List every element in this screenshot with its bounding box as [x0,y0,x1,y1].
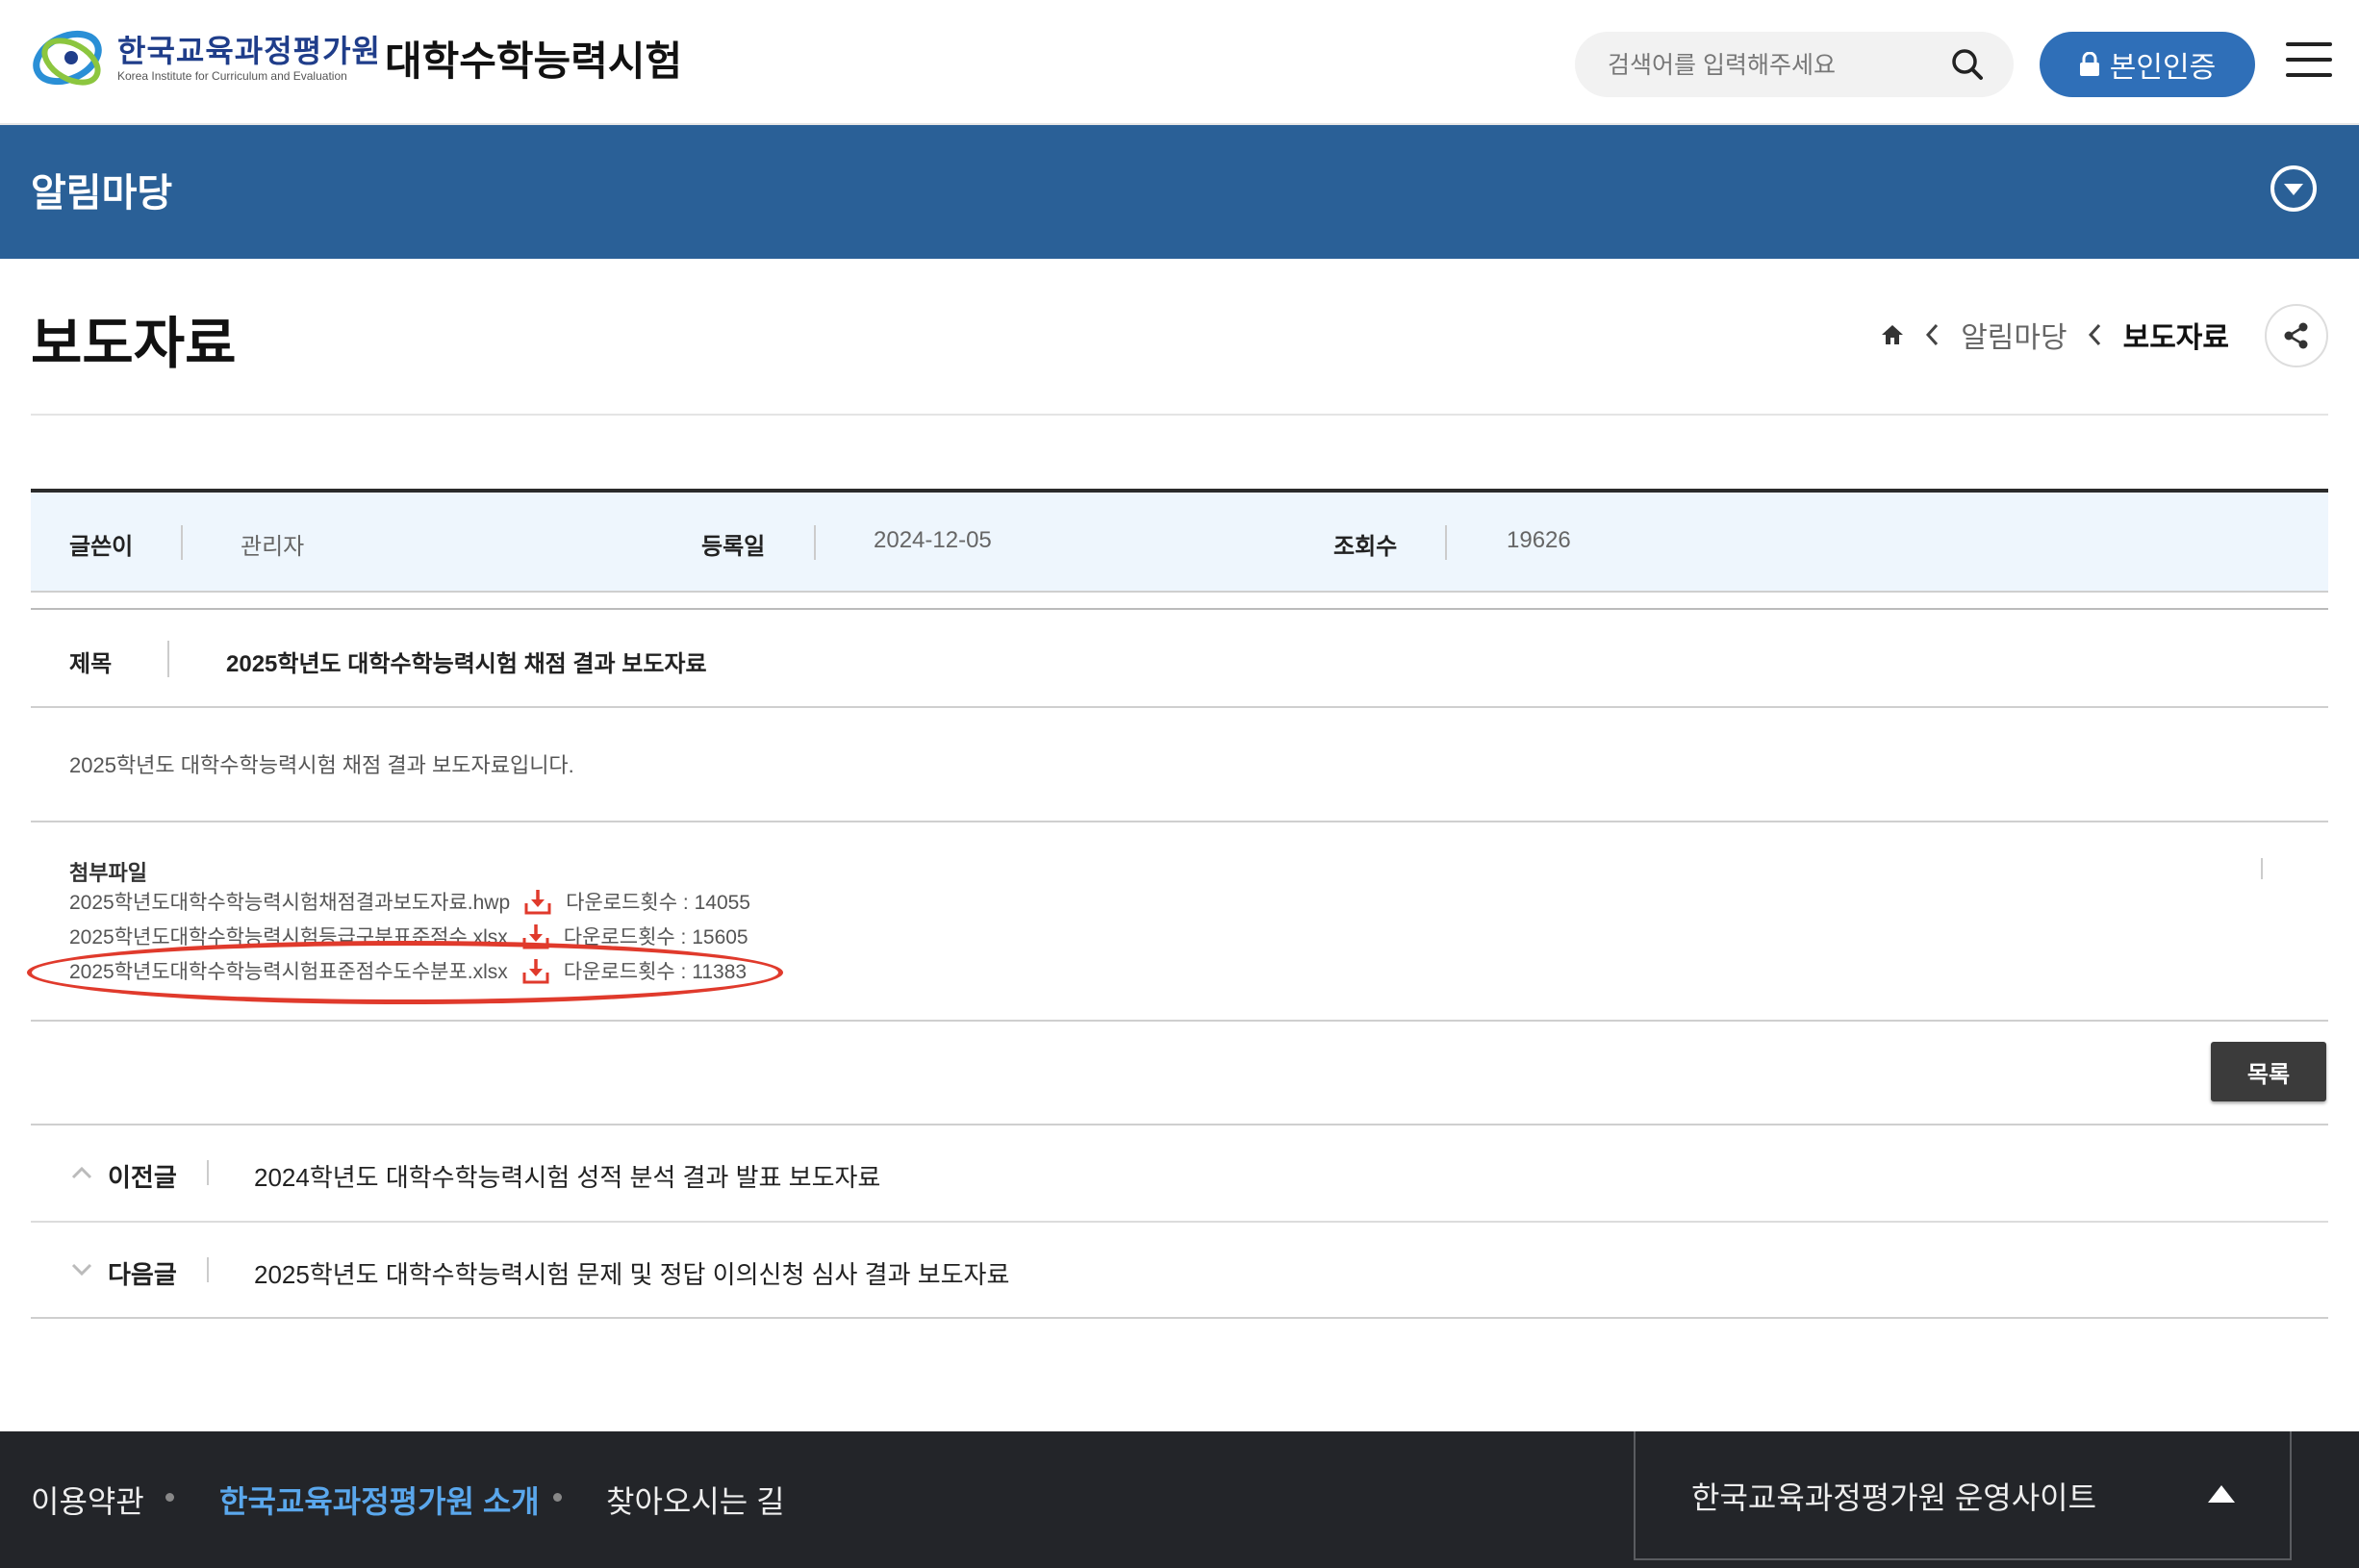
breadcrumb-item-press[interactable]: 보도자료 [2123,314,2229,356]
chevron-left-icon [2088,323,2100,346]
site-footer: 이용약관 한국교육과정평가원 소개 찾아오시는 길 한국교육과정평가원 운영사이… [0,1431,2359,1568]
logo-subtitle: Korea Institute for Curriculum and Evalu… [117,69,347,83]
date-label: 등록일 [701,534,766,560]
breadcrumb: 알림마당 보도자료 [1880,314,2229,356]
separator-dot [165,1493,174,1502]
next-post-title[interactable]: 2025학년도 대학수학능력시험 문제 및 정답 이의신청 심사 결과 보도자료 [254,1255,1009,1291]
divider [207,1257,209,1282]
prev-post-row[interactable]: 이전글 2024학년도 대학수학능력시험 성적 분석 결과 발표 보도자료 [31,1125,2328,1222]
section-bar: 알림마당 [0,125,2359,259]
download-icon[interactable] [523,887,552,916]
attachment-filename[interactable]: 2025학년도대학수학능력시험등급구분표준점수.xlsx [69,922,508,950]
search-input[interactable] [1606,45,1937,86]
attachment-item: 2025학년도대학수학능력시험채점결과보도자료.hwp 다운로드횟수 : 140… [69,887,750,916]
kice-logo-mark-icon [33,30,102,86]
attachment-download-count: 다운로드횟수 : 14055 [566,892,750,914]
download-icon[interactable] [521,922,550,950]
next-post-label: 다음글 [108,1260,177,1289]
divider [31,1317,2328,1319]
attachment-download-count: 다운로드횟수 : 15605 [563,926,748,948]
chevron-left-icon [1926,323,1939,346]
share-button[interactable] [2265,304,2328,367]
triangle-up-icon [2208,1485,2235,1503]
subject-label: 제목 [69,651,113,677]
attachments-label: 첨부파일 [69,861,147,885]
attachment-filename[interactable]: 2025학년도대학수학능력시험표준점수도수분포.xlsx [69,956,508,985]
footer-link-about[interactable]: 한국교육과정평가원 소개 [219,1478,540,1522]
views-value: 19626 [1507,527,1571,553]
footer-link-terms[interactable]: 이용약관 [31,1478,144,1522]
download-icon[interactable] [521,956,550,985]
chevron-down-circle-icon[interactable] [2269,164,2319,214]
breadcrumb-item-notice[interactable]: 알림마당 [1961,314,2067,356]
divider [31,821,2328,822]
divider [181,525,183,560]
page-title: 보도자료 [31,313,237,375]
attachment-item: 2025학년도대학수학능력시험표준점수도수분포.xlsx 다운로드횟수 : 11… [69,956,747,985]
hamburger-menu-icon[interactable] [2286,42,2332,79]
chevron-down-icon [71,1263,92,1277]
search-icon[interactable] [1948,45,1987,84]
lock-icon [2079,52,2099,76]
site-header: 한국교육과정평가원 Korea Institute for Curriculum… [0,0,2359,125]
writer-label: 글쓴이 [69,534,134,560]
prev-post-label: 이전글 [108,1163,177,1192]
share-icon [2284,322,2308,349]
post-content: 2025학년도 대학수학능력시험 채점 결과 보도자료입니다. [69,753,574,777]
divider [31,1020,2328,1022]
attachment-filename[interactable]: 2025학년도대학수학능력시험채점결과보도자료.hwp [69,887,510,916]
next-post-row[interactable]: 다음글 2025학년도 대학수학능력시험 문제 및 정답 이의신청 심사 결과 … [31,1223,2328,1319]
divider [31,414,2328,416]
date-value: 2024-12-05 [874,527,992,553]
search-box [1575,32,2014,97]
divider [1445,525,1447,560]
subject-value: 2025학년도 대학수학능력시험 채점 결과 보도자료 [226,651,707,677]
divider [814,525,816,560]
post-meta: 글쓴이 관리자 등록일 2024-12-05 조회수 19626 [31,489,2328,593]
family-site-label: 한국교육과정평가원 운영사이트 [1691,1480,2097,1515]
attachment-item: 2025학년도대학수학능력시험등급구분표준점수.xlsx 다운로드횟수 : 15… [69,922,748,950]
family-site-select[interactable]: 한국교육과정평가원 운영사이트 [1634,1431,2292,1560]
home-icon[interactable] [1880,323,1905,346]
views-label: 조회수 [1333,534,1398,560]
chevron-up-icon [71,1166,92,1179]
writer-value: 관리자 [241,534,305,560]
kice-logo[interactable]: 한국교육과정평가원 Korea Institute for Curriculum… [29,19,380,102]
footer-link-directions[interactable]: 찾아오시는 길 [606,1478,785,1522]
divider [2261,858,2263,879]
identity-verification-button[interactable]: 본인인증 [2040,32,2255,97]
separator-dot [553,1493,562,1502]
list-button[interactable]: 목록 [2211,1042,2326,1101]
divider [167,641,169,677]
post-subject: 제목 2025학년도 대학수학능력시험 채점 결과 보도자료 [31,608,2328,708]
site-title[interactable]: 대학수학능력시험 [385,29,682,88]
attachment-download-count: 다운로드횟수 : 11383 [563,961,748,983]
divider [207,1160,209,1185]
logo-name: 한국교육과정평가원 [117,34,381,68]
identity-verification-label: 본인인증 [2109,52,2217,84]
section-title: 알림마당 [31,172,173,215]
prev-post-title[interactable]: 2024학년도 대학수학능력시험 성적 분석 결과 발표 보도자료 [254,1158,880,1194]
